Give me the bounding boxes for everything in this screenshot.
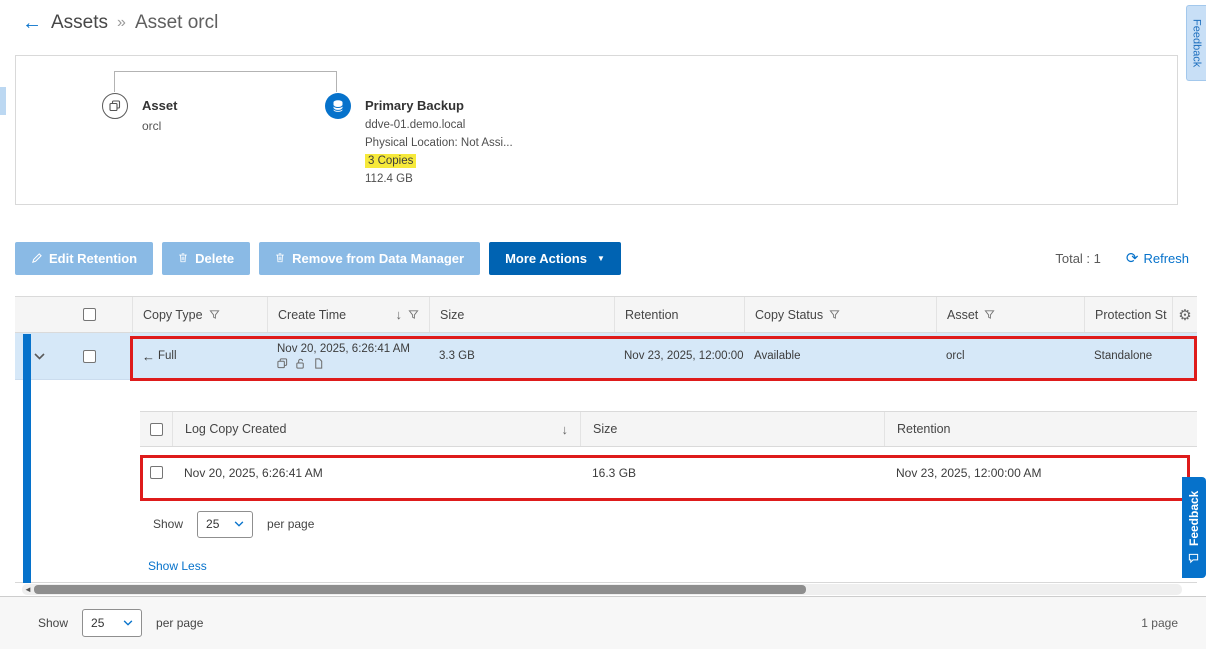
select-all-checkbox[interactable]	[83, 308, 96, 321]
column-header-log-copy-created[interactable]: Log Copy Created ↓	[172, 412, 580, 446]
log-size-value: 16.3 GB	[580, 447, 884, 498]
retention-value: Nov 23, 2025, 12:00:00 AM	[614, 333, 744, 379]
database-icon	[325, 93, 351, 119]
nested-page-size-select[interactable]: 25	[197, 511, 253, 538]
protection-storage-value: Standalone	[1084, 333, 1172, 379]
copy-type-value: Full	[158, 350, 177, 362]
selected-row-indicator	[23, 334, 31, 583]
column-header-protection-storage[interactable]: Protection St	[1084, 297, 1172, 332]
page-title: Asset orcl	[135, 12, 218, 34]
asset-node-name: orcl	[142, 119, 177, 133]
pagination-footer: Show 25 per page 1 page	[0, 596, 1206, 649]
log-retention-value: Nov 23, 2025, 12:00:00 AM	[884, 447, 1197, 498]
column-header-copy-type[interactable]: Copy Type	[132, 297, 267, 332]
show-less-link[interactable]: Show Less	[148, 559, 207, 573]
column-header-asset[interactable]: Asset	[936, 297, 1084, 332]
more-actions-button[interactable]: More Actions ▼	[489, 242, 621, 275]
log-copies-header: Log Copy Created ↓ Size Retention	[140, 411, 1197, 447]
column-header-retention[interactable]: Retention	[614, 297, 744, 332]
total-count: Total : 1	[1055, 251, 1101, 266]
refresh-icon: ⟳	[1126, 249, 1139, 267]
asset-node: Asset orcl	[102, 93, 177, 133]
chevron-down-icon[interactable]	[34, 353, 45, 360]
trash-icon	[178, 252, 188, 264]
primary-backup-node: Primary Backup ddve-01.demo.local Physic…	[325, 93, 513, 185]
column-header-create-time[interactable]: Create Time ↓	[267, 297, 429, 332]
breadcrumb-separator: »	[117, 14, 126, 32]
log-copy-row[interactable]: Nov 20, 2025, 6:26:41 AM 16.3 GB Nov 23,…	[140, 447, 1197, 499]
column-settings[interactable]: ⚙	[1172, 297, 1197, 332]
connector-line	[114, 71, 337, 92]
feedback-tab-top[interactable]: Feedback	[1186, 5, 1206, 81]
delete-button[interactable]: Delete	[162, 242, 250, 275]
column-header-copy-status[interactable]: Copy Status	[744, 297, 936, 332]
copy-row[interactable]: ← Full Nov 20, 2025, 6:26:41 AM 3.3 GB N…	[15, 333, 1197, 380]
log-copies-table: Log Copy Created ↓ Size Retention Nov 20…	[140, 411, 1197, 549]
breadcrumb: ← Assets » Asset orcl	[0, 0, 218, 46]
edit-retention-button[interactable]: Edit Retention	[15, 242, 153, 275]
log-row-checkbox[interactable]	[150, 466, 163, 479]
backup-node-title: Primary Backup	[365, 93, 513, 113]
row-checkbox[interactable]	[83, 350, 96, 363]
filter-icon[interactable]	[408, 309, 419, 320]
asset-copy-icon	[102, 93, 128, 119]
horizontal-scrollbar[interactable]: ◄	[22, 584, 1182, 595]
show-label: Show	[153, 517, 183, 531]
nested-select-all-checkbox[interactable]	[150, 423, 163, 436]
refresh-button[interactable]: ⟳ Refresh	[1126, 249, 1189, 267]
expander-column-header	[15, 297, 47, 332]
create-time-value: Nov 20, 2025, 6:26:41 AM	[277, 343, 410, 355]
delete-label: Delete	[195, 251, 234, 266]
more-actions-label: More Actions	[505, 251, 587, 266]
column-header-log-retention[interactable]: Retention	[884, 412, 1197, 446]
expanded-detail: Log Copy Created ↓ Size Retention Nov 20…	[15, 380, 1197, 583]
left-edge-accent	[0, 87, 6, 115]
chevron-down-icon	[234, 521, 244, 527]
page-size-select[interactable]: 25	[82, 609, 142, 637]
scrollbar-thumb[interactable]	[34, 585, 806, 594]
asset-topology-panel: Asset orcl Primary Backup ddve-01.demo.l…	[15, 55, 1178, 205]
refresh-label: Refresh	[1143, 251, 1189, 266]
log-created-value: Nov 20, 2025, 6:26:41 AM	[172, 447, 580, 498]
copy-status-value: Available	[744, 333, 936, 379]
gear-icon[interactable]: ⚙	[1178, 306, 1191, 324]
per-page-label: per page	[267, 517, 314, 531]
remove-label: Remove from Data Manager	[292, 251, 464, 266]
scroll-left-icon[interactable]: ◄	[24, 584, 32, 595]
annotation-arrow-icon: ←	[142, 349, 155, 364]
remove-from-data-manager-button[interactable]: Remove from Data Manager	[259, 242, 480, 275]
page-count: 1 page	[1141, 616, 1178, 630]
asset-node-title: Asset	[142, 93, 177, 113]
column-header-log-size[interactable]: Size	[580, 412, 884, 446]
asset-value: orcl	[936, 333, 1084, 379]
trash-icon	[275, 252, 285, 264]
copies-count: 3 Copies	[365, 154, 416, 168]
breadcrumb-assets-link[interactable]: Assets	[51, 12, 108, 34]
caret-down-icon: ▼	[597, 254, 605, 263]
chevron-down-icon	[123, 620, 133, 626]
copy-icon[interactable]	[277, 358, 288, 369]
filter-icon[interactable]	[209, 309, 220, 320]
backup-location: Physical Location: Not Assi...	[365, 137, 513, 149]
unlock-icon[interactable]	[295, 358, 306, 369]
file-icon[interactable]	[313, 358, 324, 369]
column-header-size[interactable]: Size	[429, 297, 614, 332]
edit-icon	[31, 253, 42, 264]
size-value: 3.3 GB	[429, 333, 614, 379]
show-label: Show	[38, 616, 68, 630]
copies-table-header: Copy Type Create Time ↓ Size Retention C…	[15, 296, 1197, 333]
back-arrow-icon[interactable]: ←	[22, 12, 42, 35]
filter-icon[interactable]	[984, 309, 995, 320]
feedback-bubble-icon	[1189, 553, 1200, 564]
sort-down-icon[interactable]: ↓	[396, 307, 403, 322]
sort-down-icon[interactable]: ↓	[562, 422, 569, 437]
per-page-label: per page	[156, 616, 203, 630]
nested-pagination: Show 25 per page	[140, 499, 1197, 549]
filter-icon[interactable]	[829, 309, 840, 320]
feedback-tab[interactable]: Feedback	[1182, 477, 1206, 578]
backup-host: ddve-01.demo.local	[365, 119, 513, 131]
edit-retention-label: Edit Retention	[49, 251, 137, 266]
backup-size: 112.4 GB	[365, 173, 513, 185]
actions-toolbar: Edit Retention Delete Remove from Data M…	[15, 241, 1191, 275]
